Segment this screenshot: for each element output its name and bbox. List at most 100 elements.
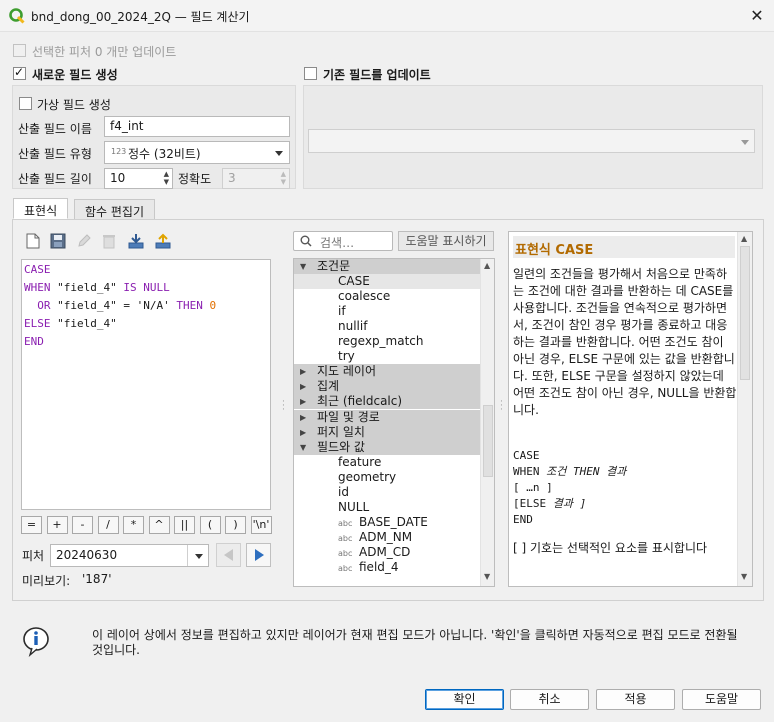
tree-item-label: 파일 및 경로 — [317, 409, 380, 424]
tree-group[interactable]: ▶ 파일 및 경로 — [294, 409, 480, 425]
spin-arrows-icon[interactable]: ▲ ▼ — [164, 170, 169, 186]
cancel-button[interactable]: 취소 — [510, 689, 589, 710]
splitter-handle[interactable]: · · · — [500, 398, 503, 415]
tree-item[interactable]: abc ADM_CD — [294, 545, 480, 560]
tree-group[interactable]: ▼ 조건문 — [294, 259, 480, 274]
precision-value: 3 — [228, 171, 236, 185]
virtual-field-checkbox[interactable] — [19, 97, 32, 110]
tree-item-label: nullif — [338, 319, 368, 334]
close-icon[interactable]: ✕ — [744, 4, 770, 28]
operator-plus-button[interactable]: + — [46, 516, 68, 534]
tree-group[interactable]: ▼ 필드와 값 — [294, 439, 480, 455]
expression-editor[interactable]: CASE WHEN "field_4" IS NULL OR "field_4" … — [21, 259, 271, 510]
splitter-handle[interactable]: · · · — [282, 398, 285, 415]
operator-equals-button[interactable]: = — [21, 516, 42, 534]
tree-item[interactable]: coalesce — [294, 289, 480, 304]
tree-item[interactable]: geometry — [294, 470, 480, 485]
only-selected-checkbox[interactable] — [13, 44, 26, 57]
help-scrollbar-thumb[interactable] — [740, 246, 750, 380]
expression-token: 0 — [209, 299, 217, 312]
collapse-right-icon[interactable]: ▶ — [300, 379, 306, 394]
expand-down-icon[interactable]: ▼ — [300, 259, 306, 274]
new-field-checkbox[interactable] — [13, 65, 26, 80]
output-field-length-spinbox[interactable]: 10 ▲ ▼ — [104, 168, 173, 189]
collapse-right-icon[interactable]: ▶ — [300, 364, 306, 379]
tree-item[interactable]: NULL — [294, 500, 480, 515]
preview-label: 미리보기: — [22, 574, 71, 588]
preview-value: '187' — [82, 572, 112, 586]
scroll-down-icon[interactable]: ▼ — [484, 572, 490, 581]
scroll-up-icon[interactable]: ▲ — [741, 234, 747, 243]
apply-button[interactable]: 적용 — [596, 689, 675, 710]
collapse-right-icon[interactable]: ▶ — [300, 425, 306, 440]
new-file-icon[interactable] — [22, 230, 44, 252]
output-field-type-label: 산출 필드 유형 — [18, 147, 92, 161]
help-button[interactable]: 도움말 — [682, 689, 761, 710]
output-field-name-input[interactable]: f4_int — [104, 116, 290, 137]
save-icon[interactable] — [47, 230, 69, 252]
next-feature-button[interactable] — [246, 543, 271, 567]
arrow-left-icon — [224, 549, 233, 561]
expression-token: THEN — [169, 299, 210, 312]
tree-group[interactable]: ▶ 집계 — [294, 379, 480, 395]
expression-token: OR — [24, 299, 58, 312]
tree-item[interactable]: abc ADM_NM — [294, 530, 480, 545]
tree-group[interactable]: ▶ 지도 레이어 — [294, 364, 480, 380]
collapse-right-icon[interactable]: ▶ — [300, 410, 306, 425]
search-icon — [300, 235, 312, 247]
ok-button[interactable]: 확인 — [425, 689, 504, 710]
expand-down-icon[interactable]: ▼ — [300, 440, 306, 455]
tree-item[interactable]: try — [294, 349, 480, 364]
syntax-argument: 조건 THEN 결과 — [539, 465, 627, 478]
tree-item[interactable]: regexp_match — [294, 334, 480, 349]
operator-power-button[interactable]: ^ — [148, 516, 170, 534]
import-icon[interactable] — [125, 230, 147, 252]
operator-divide-button[interactable]: / — [97, 516, 119, 534]
tab-expression[interactable]: 표현식 — [13, 198, 69, 219]
operator-concat-button[interactable]: || — [174, 516, 195, 534]
search-input[interactable]: 검색… — [293, 231, 393, 251]
scroll-up-icon[interactable]: ▲ — [484, 261, 490, 270]
tree-item[interactable]: nullif — [294, 319, 480, 334]
operator-close-paren-button[interactable]: ) — [225, 516, 246, 534]
operator-toolbar: = + - / * ^ ||() '\n' — [21, 516, 273, 536]
existing-field-select[interactable] — [308, 129, 755, 153]
expression-token: = — [116, 299, 137, 312]
tree-scrollbar-thumb[interactable] — [483, 405, 493, 477]
tree-group[interactable]: ▶ 최근 (fieldcalc) — [294, 394, 480, 410]
show-help-button[interactable]: 도움말 표시하기 — [398, 231, 494, 251]
tree-item[interactable]: feature — [294, 455, 480, 470]
scroll-down-icon[interactable]: ▼ — [741, 572, 747, 581]
previous-feature-button[interactable] — [216, 543, 241, 567]
operator-newline-button[interactable]: '\n' — [250, 516, 272, 534]
help-scrollbar[interactable]: ▲ ▼ — [737, 232, 752, 586]
operator-minus-button[interactable]: - — [72, 516, 93, 534]
qgis-logo-icon — [9, 8, 25, 24]
delete-icon — [98, 230, 120, 252]
tree-item[interactable]: abc field_4 — [294, 560, 480, 575]
syntax-keyword: [ …n ] — [513, 481, 553, 494]
syntax-keyword: CASE — [513, 449, 540, 462]
chevron-down-icon — [195, 554, 203, 559]
tree-item-label: 필드와 값 — [317, 439, 365, 454]
tree-item[interactable]: id — [294, 485, 480, 500]
feature-select[interactable]: 20240630 — [50, 544, 209, 567]
update-field-checkbox[interactable] — [304, 67, 317, 80]
operator-open-paren-button[interactable]: ( — [199, 516, 221, 534]
expression-line: END — [24, 333, 268, 351]
tree-item[interactable]: if — [294, 304, 480, 319]
tree-item[interactable]: abc BASE_DATE — [294, 515, 480, 530]
precision-spinbox[interactable]: 3 ▲ ▼ — [222, 168, 290, 189]
tree-item-label: try — [338, 349, 355, 364]
export-icon[interactable] — [152, 230, 174, 252]
tree-item[interactable]: CASE — [294, 274, 480, 290]
function-tree[interactable]: ▼ 조건문 CASE coalesce if nullif regexp_match try ▶… — [293, 258, 495, 587]
operator-multiply-button[interactable]: * — [123, 516, 144, 534]
tab-function-editor[interactable]: 함수 편집기 — [74, 199, 156, 220]
tree-group[interactable]: ▶ 퍼지 일치 — [294, 424, 480, 440]
output-field-type-select[interactable]: 123 정수 (32비트) — [104, 141, 290, 164]
tree-scrollbar[interactable]: ▲ ▼ — [480, 259, 494, 586]
tree-item-label: BASE_DATE — [359, 514, 428, 529]
collapse-right-icon[interactable]: ▶ — [300, 394, 306, 409]
help-body: 일련의 조건들을 평가해서 처음으로 만족하는 조건에 대한 결과를 반환하는 … — [513, 267, 737, 417]
